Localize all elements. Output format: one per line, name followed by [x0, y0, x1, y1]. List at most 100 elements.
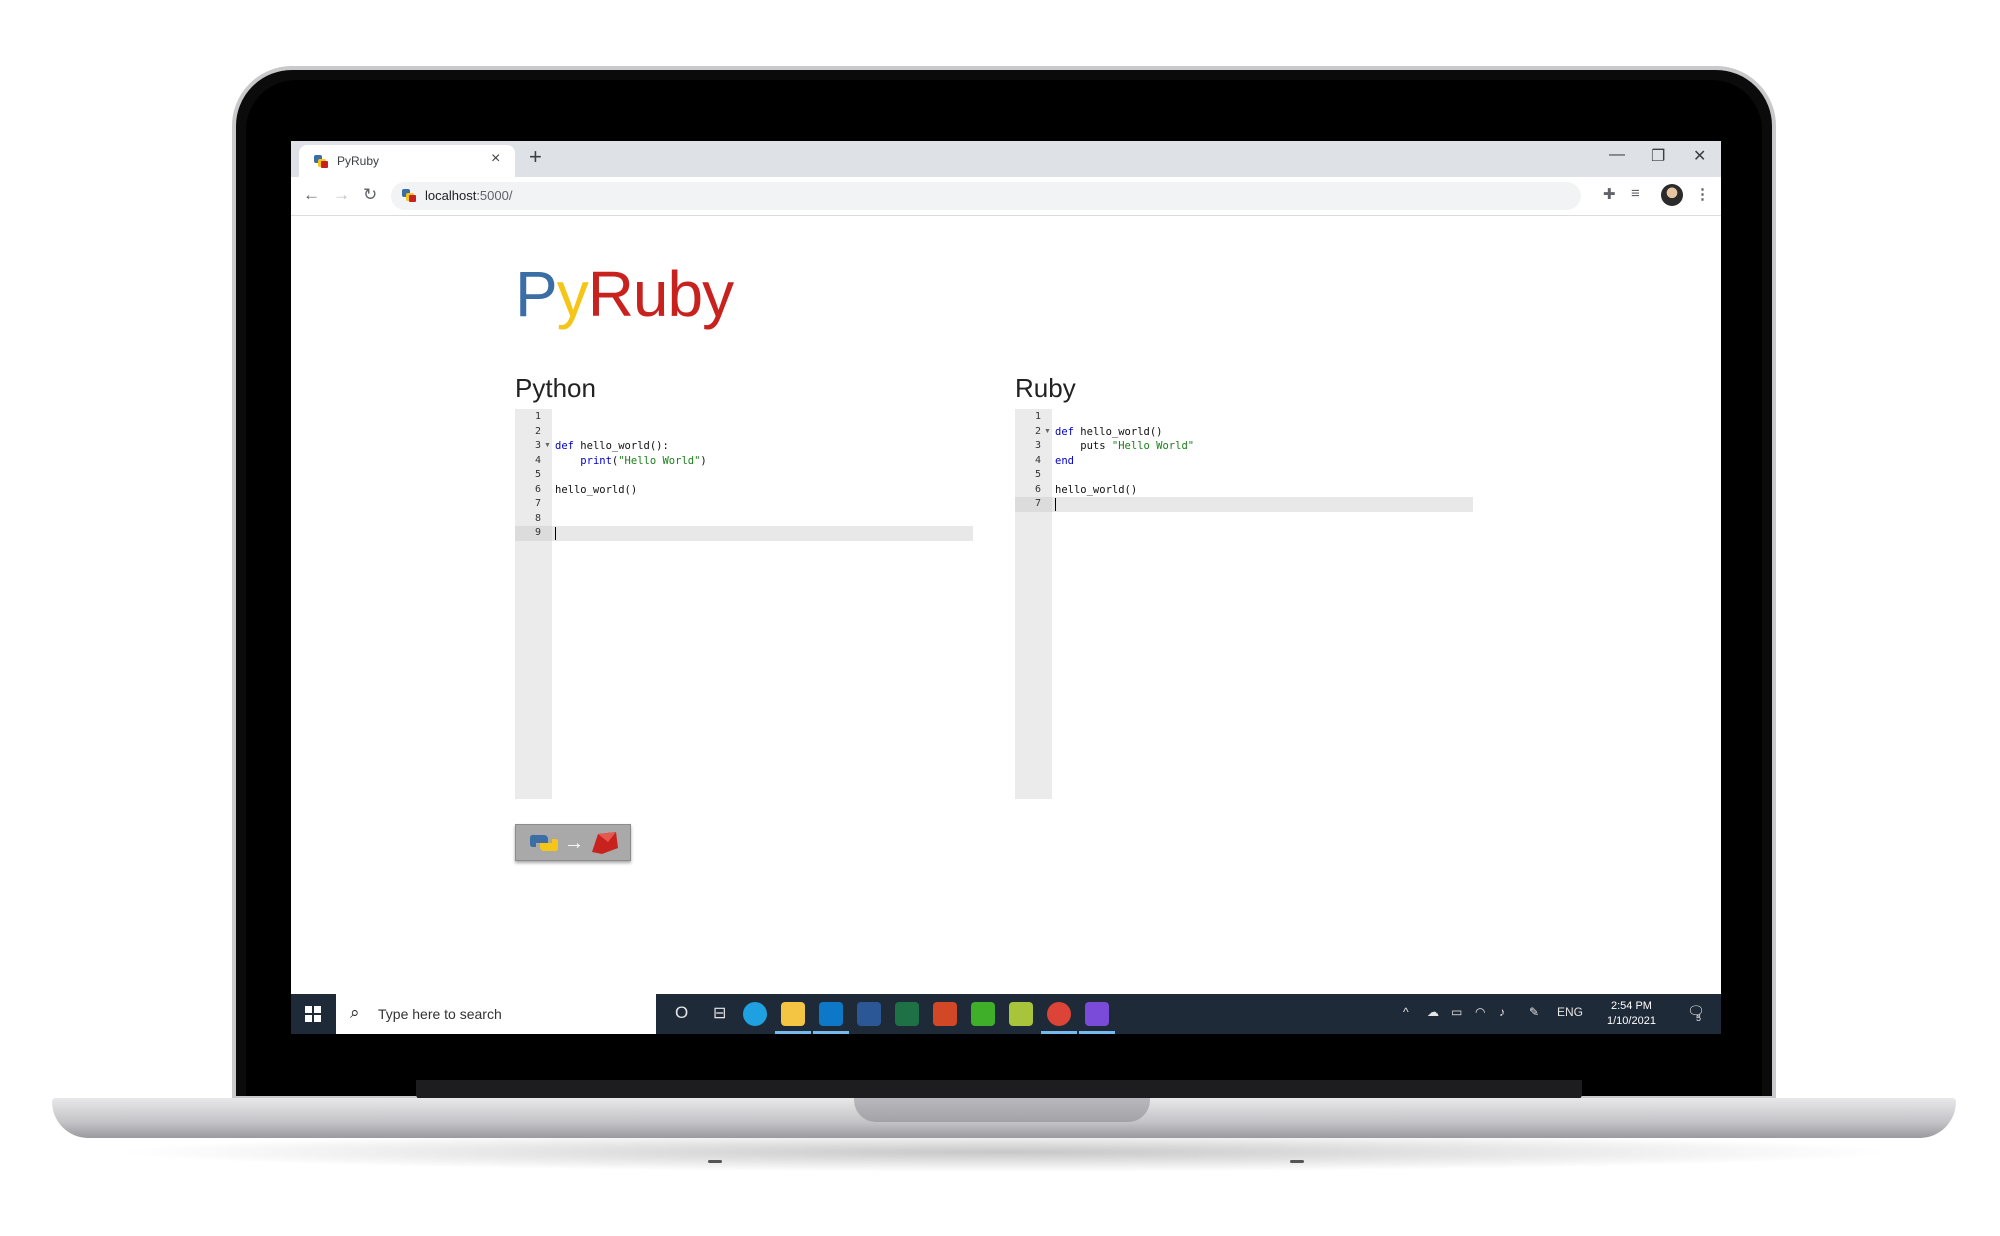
- code-line: hello_world(): [555, 483, 976, 498]
- wifi-icon[interactable]: ◠: [1475, 1005, 1485, 1019]
- restore-button[interactable]: ❐: [1651, 146, 1665, 166]
- forward-button[interactable]: →: [333, 185, 350, 205]
- line-number: 2: [1034, 425, 1041, 437]
- address-bar[interactable]: localhost:5000/: [391, 182, 1581, 210]
- line-number: 4: [1034, 454, 1041, 466]
- taskbar-search[interactable]: ⌕ Type here to search: [336, 994, 656, 1034]
- python-logo-icon: [530, 834, 558, 852]
- battery-icon[interactable]: ▭: [1451, 1005, 1462, 1019]
- tab-close-icon[interactable]: ×: [491, 150, 500, 168]
- python-gutter: 1 2 3 ▼ 4 5 6 7 8 9: [515, 409, 552, 799]
- laptop-hinge: [416, 1080, 1582, 1100]
- python-editor[interactable]: 1 2 3 ▼ 4 5 6 7 8 9 def hello_world(): print("Hel…: [515, 409, 973, 799]
- browser-toolbar: ← → ↻ localhost:5000/ ✚ ≡ ⋮: [291, 177, 1721, 216]
- pen-icon[interactable]: ✎: [1529, 1005, 1539, 1019]
- ruby-editor[interactable]: 1 2 ▼ 3 4 5 6 7 def hello_world() puts "Hello W…: [1015, 409, 1473, 799]
- logo-y: y: [556, 258, 589, 330]
- pyruby-logo: PyRuby: [515, 257, 734, 331]
- onedrive-icon[interactable]: ☁: [1427, 1005, 1439, 1019]
- logo-p: P: [515, 258, 558, 330]
- tray-chevron-icon[interactable]: ^: [1403, 1005, 1409, 1019]
- running-indicator: [1041, 1031, 1077, 1034]
- volume-icon[interactable]: ♪: [1499, 1005, 1505, 1019]
- convert-button[interactable]: →: [515, 824, 631, 861]
- word-app-icon[interactable]: [857, 1002, 881, 1026]
- powerpoint-app-icon[interactable]: [933, 1002, 957, 1026]
- line-number: 7: [1034, 498, 1041, 509]
- code-token: def: [1055, 425, 1081, 438]
- line-number: 5: [1034, 469, 1041, 480]
- clock-date: 1/10/2021: [1607, 1015, 1656, 1027]
- task-view-icon[interactable]: ⊟: [713, 1003, 726, 1023]
- extensions-icon[interactable]: ✚: [1603, 185, 1616, 203]
- vscode-app-icon[interactable]: [819, 1002, 843, 1026]
- new-tab-button[interactable]: +: [529, 144, 542, 170]
- menu-dots-icon[interactable]: ⋮: [1695, 185, 1710, 203]
- notification-count: 5: [1696, 1013, 1702, 1023]
- search-placeholder: Type here to search: [378, 1006, 502, 1022]
- python-title: Python: [515, 373, 596, 403]
- logo-ruby: Ruby: [587, 258, 734, 330]
- file-explorer-app-icon[interactable]: [781, 1002, 805, 1026]
- clock-time: 2:54 PM: [1610, 1000, 1652, 1012]
- url-text: localhost:5000/: [425, 188, 512, 203]
- browser-tab[interactable]: PyRuby ×: [299, 145, 515, 177]
- line-number: 3: [1034, 440, 1041, 451]
- windows-taskbar: ⌕ Type here to search O ⊟ ^ ☁ ▭ ◠ ♪ ✎ EN…: [291, 994, 1721, 1034]
- laptop-foot: [708, 1160, 722, 1163]
- convert-arrow: →: [564, 832, 584, 854]
- code-token: print: [580, 454, 612, 467]
- fold-arrow-icon[interactable]: ▼: [544, 439, 551, 454]
- line-number: 2: [534, 425, 541, 437]
- laptop-notch: [854, 1098, 1150, 1122]
- code-line: end: [1055, 454, 1476, 469]
- line-number: 6: [534, 483, 541, 495]
- python-favicon-icon: [314, 155, 328, 168]
- close-window-button[interactable]: ✕: [1693, 146, 1706, 166]
- tennis-app-icon[interactable]: [1009, 1002, 1033, 1026]
- fold-arrow-icon[interactable]: ▼: [1044, 425, 1051, 440]
- language-indicator[interactable]: ENG: [1557, 1005, 1583, 1019]
- line-number: 7: [534, 498, 541, 509]
- line-number: 6: [1034, 483, 1041, 495]
- cortana-icon[interactable]: O: [675, 1003, 688, 1023]
- code-line: hello_world(): [1055, 483, 1476, 498]
- line-number: 1: [1034, 411, 1041, 422]
- windows-start-icon[interactable]: [305, 1006, 321, 1022]
- code-token: hello_world(): [1080, 425, 1163, 438]
- reload-button[interactable]: ↻: [363, 185, 377, 205]
- code-token: hello_world(): [555, 483, 638, 496]
- laptop-shadow: [110, 1132, 1900, 1172]
- line-number: 4: [534, 454, 541, 466]
- python-code-area[interactable]: def hello_world(): print("Hello World") h…: [552, 409, 973, 799]
- tab-title: PyRuby: [337, 154, 380, 168]
- excel-app-icon[interactable]: [895, 1002, 919, 1026]
- minimize-button[interactable]: —: [1609, 146, 1625, 164]
- ruby-title: Ruby: [1015, 373, 1076, 403]
- media-controls-icon[interactable]: ≡: [1631, 185, 1640, 202]
- code-line: print("Hello World"): [555, 454, 976, 469]
- ruby-code-area[interactable]: def hello_world() puts "Hello World" end h…: [1052, 409, 1473, 799]
- url-host: localhost: [425, 188, 477, 203]
- url-path: :5000/: [476, 188, 513, 203]
- line-number: 9: [534, 527, 541, 538]
- paint-drop-app-icon[interactable]: [1085, 1002, 1109, 1026]
- camtasia-app-icon[interactable]: [971, 1002, 995, 1026]
- back-button[interactable]: ←: [303, 185, 320, 205]
- screen: PyRuby × + — ❐ ✕ ← → ↻ localhost:5000/ ✚…: [291, 141, 1721, 1034]
- search-icon: ⌕: [350, 1003, 360, 1022]
- edge-app-icon[interactable]: [743, 1002, 767, 1026]
- chrome-app-icon[interactable]: [1047, 1002, 1071, 1026]
- running-indicator: [1079, 1031, 1115, 1034]
- clock[interactable]: 2:54 PM 1/10/2021: [1607, 999, 1656, 1029]
- profile-avatar[interactable]: [1661, 184, 1683, 206]
- running-indicator: [813, 1031, 849, 1034]
- ruby-gutter: 1 2 ▼ 3 4 5 6 7: [1015, 409, 1052, 799]
